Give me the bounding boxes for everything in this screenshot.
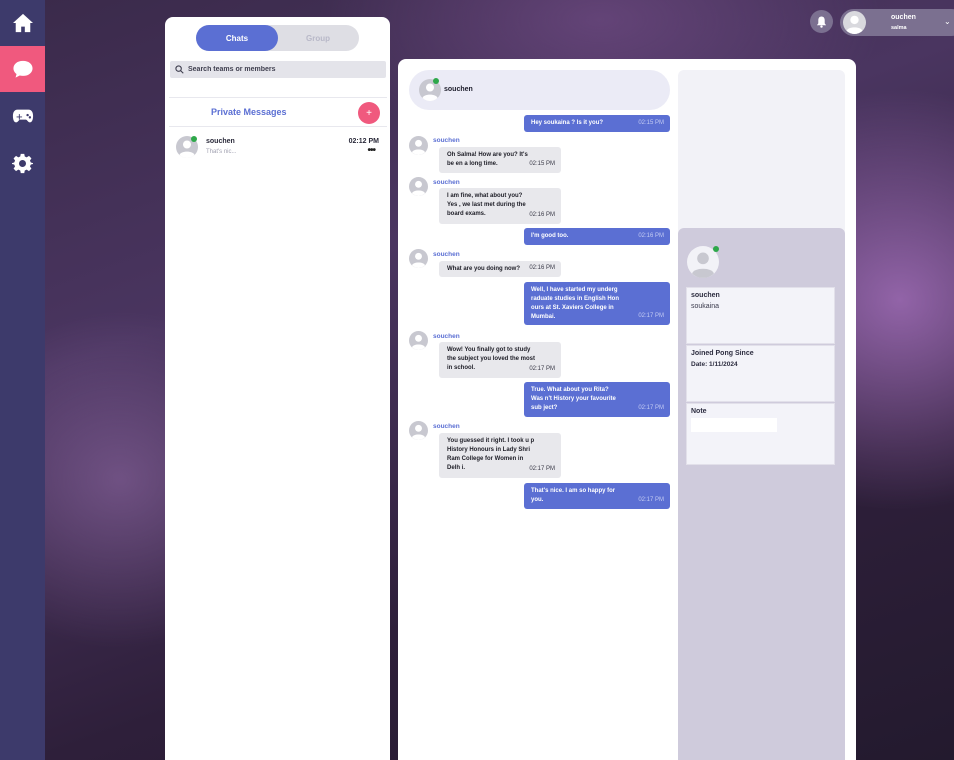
search-icon — [175, 65, 184, 74]
profile-identity: souchen soukaina — [686, 287, 835, 344]
online-status-dot — [191, 136, 197, 142]
message-incoming: You guessed it right. I took u p History… — [439, 433, 561, 478]
bell-icon — [816, 16, 827, 28]
profile-login: soukaina — [691, 303, 720, 310]
message-time: 02:15 PM — [529, 161, 555, 167]
avatar — [409, 177, 428, 196]
message-text: You guessed it right. I took u p History… — [447, 438, 535, 471]
message-incoming: Wow! You finally got to study the subjec… — [439, 342, 561, 378]
message-outgoing: Hey soukaina ? Is it you? 02:15 PM — [524, 115, 670, 132]
avatar — [409, 249, 428, 268]
home-icon — [12, 13, 33, 33]
note-input[interactable] — [691, 418, 777, 432]
message-outgoing: I'm good too. 02:16 PM — [524, 228, 670, 245]
user-menu[interactable]: ouchen salma ⌄ — [840, 9, 954, 36]
avatar — [843, 11, 866, 34]
tab-group[interactable]: Group — [277, 25, 359, 51]
message-text: What are you doing now? — [447, 266, 520, 272]
chat-header: souchen — [409, 70, 670, 110]
joined-label: Joined Pong Since — [691, 350, 754, 357]
profile-name: souchen — [691, 292, 720, 299]
nav-chat[interactable] — [0, 46, 45, 92]
profile-note: Note — [686, 403, 835, 465]
conversation-item[interactable]: souchen That's nic... 02:12 PM ••• — [175, 134, 381, 162]
message-time: 02:16 PM — [529, 265, 555, 271]
message-text: I am fine, what about you? Yes , we last… — [447, 193, 526, 217]
conversation-preview: That's nic... — [206, 149, 237, 155]
message-outgoing: True. What about you Rita? Was n't Histo… — [524, 382, 670, 417]
message-time: 02:17 PM — [529, 466, 555, 472]
avatar — [409, 136, 428, 155]
message-sender: souchen — [433, 423, 460, 430]
message-incoming: Oh Salma! How are you? It's be en a long… — [439, 147, 561, 173]
side-nav — [0, 0, 45, 760]
conversation-time: 02:12 PM — [348, 138, 379, 145]
joined-date: Date: 1/11/2024 — [691, 361, 738, 368]
gear-icon — [12, 153, 33, 173]
avatar — [409, 331, 428, 350]
search-box — [170, 61, 386, 78]
message-time: 02:17 PM — [638, 405, 664, 411]
message-time: 02:16 PM — [638, 233, 664, 239]
conversation-name: souchen — [206, 138, 235, 145]
chats-panel: Chats Group Private Messages + souchen T… — [165, 17, 390, 760]
message-sender: souchen — [433, 137, 460, 144]
message-text: Wow! You finally got to study the subjec… — [447, 347, 536, 371]
message-text: Hey soukaina ? Is it you? — [531, 120, 604, 126]
profile-panel: souchen soukaina Joined Pong Since Date:… — [678, 70, 845, 760]
nav-settings[interactable] — [0, 140, 45, 186]
gamepad-icon — [12, 109, 33, 123]
message-text: That's nice. I am so happy for you. — [531, 488, 616, 503]
message-time: 02:17 PM — [638, 497, 664, 503]
user-name: ouchen — [891, 14, 916, 21]
message-time: 02:15 PM — [638, 120, 664, 126]
online-status-dot — [433, 78, 439, 84]
nav-game[interactable] — [0, 93, 45, 139]
online-status-dot — [713, 246, 719, 252]
message-outgoing: Well, I have started my underg raduate s… — [524, 282, 670, 325]
section-title: Private Messages — [211, 107, 287, 117]
message-text: I'm good too. — [531, 233, 569, 239]
chat-icon — [12, 60, 33, 78]
message-sender: souchen — [433, 333, 460, 340]
message-text: Oh Salma! How are you? It's be en a long… — [447, 152, 528, 167]
search-input[interactable] — [188, 66, 378, 73]
message-time: 02:17 PM — [638, 313, 664, 319]
message-time: 02:17 PM — [529, 366, 555, 372]
private-messages-header: Private Messages + — [169, 97, 387, 127]
chevron-down-icon[interactable]: ⌄ — [944, 17, 951, 26]
more-options-icon[interactable]: ••• — [367, 145, 375, 156]
user-subtitle: salma — [891, 25, 907, 31]
notifications-button[interactable] — [810, 10, 833, 33]
contact-name: souchen — [444, 86, 473, 93]
nav-home[interactable] — [0, 0, 45, 46]
message-text: Well, I have started my underg raduate s… — [531, 287, 620, 320]
message-sender: souchen — [433, 251, 460, 258]
profile-card: souchen soukaina Joined Pong Since Date:… — [678, 228, 845, 760]
avatar — [409, 421, 428, 440]
tab-chats[interactable]: Chats — [196, 25, 278, 51]
note-label: Note — [691, 408, 707, 415]
message-incoming: What are you doing now? 02:16 PM — [439, 261, 561, 277]
message-text: True. What about you Rita? Was n't Histo… — [531, 387, 616, 411]
profile-joined: Joined Pong Since Date: 1/11/2024 — [686, 345, 835, 402]
add-conversation-button[interactable]: + — [358, 102, 380, 124]
chat-type-toggle: Chats Group — [196, 25, 359, 51]
message-time: 02:16 PM — [529, 212, 555, 218]
message-incoming: I am fine, what about you? Yes , we last… — [439, 188, 561, 224]
message-sender: souchen — [433, 179, 460, 186]
message-outgoing: That's nice. I am so happy for you. 02:1… — [524, 483, 670, 509]
